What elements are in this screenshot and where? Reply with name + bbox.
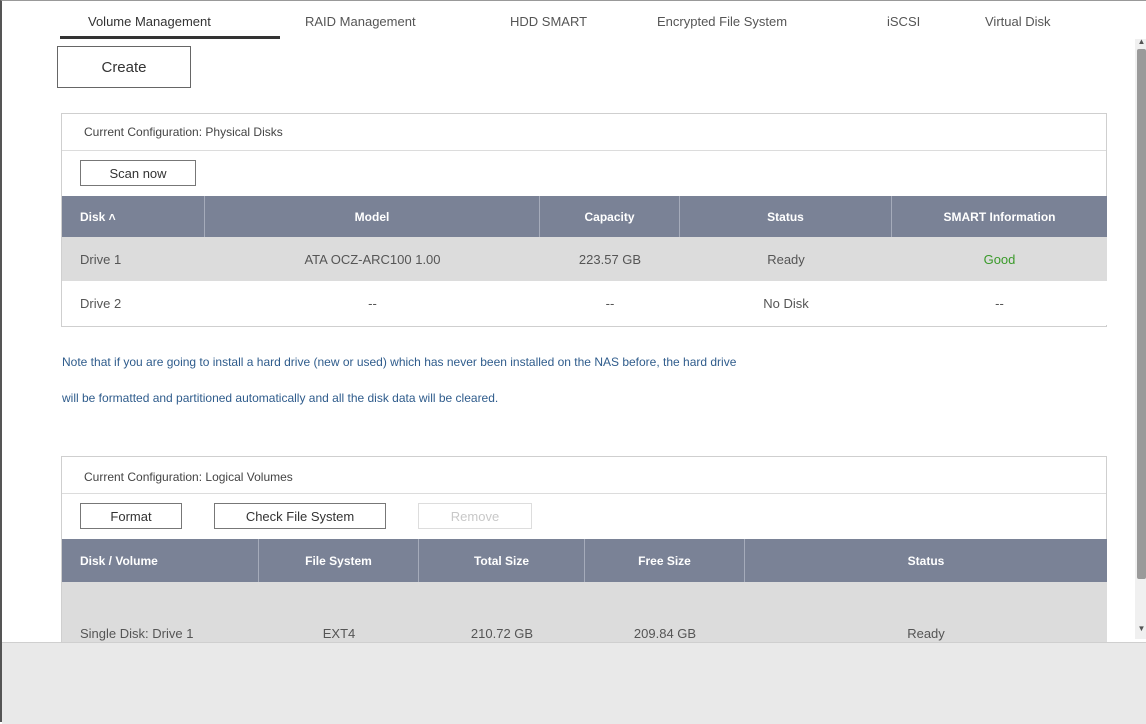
column-header-model[interactable]: Model <box>205 196 540 237</box>
tab-encrypted-file-system[interactable]: Encrypted File System <box>657 9 787 35</box>
column-header-free-size[interactable]: Free Size <box>585 539 745 582</box>
table-header: Disk / Volume File System Total Size Fre… <box>62 539 1107 582</box>
column-header-total-size[interactable]: Total Size <box>419 539 585 582</box>
divider <box>62 493 1106 494</box>
cell-capacity: -- <box>605 295 615 311</box>
panel-title: Current Configuration: Physical Disks <box>84 125 283 139</box>
cell-capacity: 223.57 GB <box>578 251 642 267</box>
install-note: Note that if you are going to install a … <box>62 353 1102 425</box>
create-button[interactable]: Create <box>57 46 191 88</box>
table-row[interactable]: Drive 1 ATA OCZ-ARC100 1.00 223.57 GB Re… <box>62 237 1107 281</box>
active-tab-indicator <box>60 36 280 39</box>
cell-status: No Disk <box>763 295 809 311</box>
note-line: will be formatted and partitioned automa… <box>62 391 499 405</box>
vertical-scrollbar[interactable]: ▲ ▼ <box>1135 37 1146 639</box>
tab-virtual-disk[interactable]: Virtual Disk <box>985 9 1051 35</box>
format-button[interactable]: Format <box>80 503 182 529</box>
column-header-file-system[interactable]: File System <box>259 539 419 582</box>
cell-smart: -- <box>995 295 1004 311</box>
tab-iscsi[interactable]: iSCSI <box>887 9 920 35</box>
table-header: Disk ˄ Model Capacity Status SMART Infor… <box>62 196 1107 237</box>
scroll-thumb[interactable] <box>1137 49 1146 579</box>
column-header-status[interactable]: Status <box>745 539 1107 582</box>
cell-smart: Good <box>983 251 1016 267</box>
table-row[interactable]: Drive 2 -- -- No Disk -- <box>62 281 1107 325</box>
column-header-status[interactable]: Status <box>680 196 892 237</box>
column-header-disk-volume[interactable]: Disk / Volume <box>62 539 259 582</box>
cell-file-system: EXT4 <box>322 626 356 641</box>
check-file-system-button[interactable]: Check File System <box>214 503 386 529</box>
cell-disk-volume: Single Disk: Drive 1 <box>80 626 194 641</box>
tab-hdd-smart[interactable]: HDD SMART <box>510 9 587 35</box>
scan-now-button[interactable]: Scan now <box>80 160 196 186</box>
physical-disks-panel: Current Configuration: Physical Disks Sc… <box>61 113 1107 327</box>
panel-title: Current Configuration: Logical Volumes <box>84 470 293 484</box>
tab-raid-management[interactable]: RAID Management <box>305 9 416 35</box>
tab-bar: Volume Management RAID Management HDD SM… <box>60 9 1110 39</box>
cell-status: Ready <box>767 251 805 267</box>
column-header-disk[interactable]: Disk ˄ <box>62 196 205 237</box>
cell-status: Ready <box>907 626 945 641</box>
note-line: Note that if you are going to install a … <box>62 355 737 369</box>
tab-volume-management[interactable]: Volume Management <box>88 9 211 35</box>
column-header-smart[interactable]: SMART Information <box>892 196 1107 237</box>
dialog-footer <box>2 642 1146 724</box>
cell-model: -- <box>368 295 377 311</box>
scroll-down-icon[interactable]: ▼ <box>1135 624 1146 633</box>
app-window: Volume Management RAID Management HDD SM… <box>0 0 1146 724</box>
divider <box>62 150 1106 151</box>
cell-free-size: 209.84 GB <box>633 626 697 641</box>
scroll-up-icon[interactable]: ▲ <box>1135 37 1146 46</box>
table-row[interactable]: Single Disk: Drive 1 EXT4 210.72 GB 209.… <box>62 582 1107 643</box>
cell-model: ATA OCZ-ARC100 1.00 <box>304 251 441 267</box>
column-header-capacity[interactable]: Capacity <box>540 196 680 237</box>
logical-volumes-panel: Current Configuration: Logical Volumes F… <box>61 456 1107 643</box>
remove-button[interactable]: Remove <box>418 503 532 529</box>
cell-disk: Drive 1 <box>80 251 122 267</box>
cell-disk: Drive 2 <box>80 295 122 311</box>
cell-total-size: 210.72 GB <box>470 626 534 641</box>
